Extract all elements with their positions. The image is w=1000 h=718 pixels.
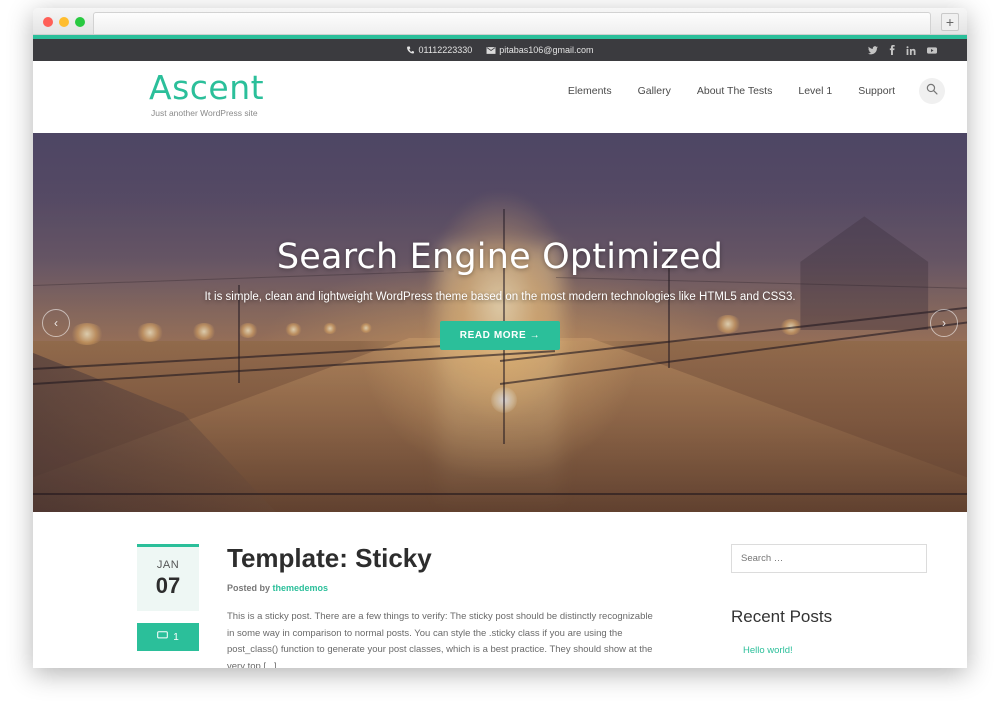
- envelope-icon: [486, 46, 496, 54]
- social-links: [868, 45, 937, 55]
- site-header: Ascent Just another WordPress site Eleme…: [33, 61, 967, 133]
- post-excerpt: This is a sticky post. There are a few t…: [227, 610, 653, 668]
- twitter-icon[interactable]: [868, 45, 878, 55]
- site-tagline: Just another WordPress site: [151, 108, 258, 118]
- phone-contact[interactable]: 01112223330: [407, 45, 473, 55]
- phone-number: 01112223330: [418, 45, 473, 55]
- close-window-button[interactable]: [43, 17, 53, 27]
- contact-info: 01112223330 pitabas106@gmail.com: [407, 45, 593, 55]
- hero-content: Search Engine Optimized It is simple, cl…: [33, 237, 967, 350]
- sidebar: Recent Posts Hello world! Markup: HTML T…: [731, 544, 927, 668]
- recent-posts-heading: Recent Posts: [731, 607, 833, 626]
- browser-tab[interactable]: [93, 12, 931, 34]
- primary-navigation: Elements Gallery About The Tests Level 1…: [568, 85, 895, 97]
- comment-count-button[interactable]: 1: [137, 623, 199, 651]
- post-list: JAN 07 1 Template: Sticky Posted by them…: [73, 543, 699, 668]
- utility-topbar: 01112223330 pitabas106@gmail.com: [33, 39, 967, 61]
- window-controls: [43, 17, 85, 27]
- post-date-badge: JAN 07 1: [137, 544, 199, 668]
- search-icon: [926, 82, 938, 100]
- hero-title: Search Engine Optimized: [276, 237, 724, 277]
- search-toggle-button[interactable]: [919, 78, 945, 104]
- comment-icon: [157, 631, 169, 643]
- browser-chrome-bar: +: [33, 8, 967, 35]
- email-contact[interactable]: pitabas106@gmail.com: [486, 45, 593, 55]
- date-box: JAN 07: [137, 544, 199, 611]
- post-meta: Posted by themedemos: [227, 583, 657, 593]
- content-area: JAN 07 1 Template: Sticky Posted by them…: [33, 512, 967, 668]
- date-month: JAN: [156, 559, 180, 571]
- site-branding[interactable]: Ascent Just another WordPress site: [149, 71, 264, 118]
- nav-item-level-1[interactable]: Level 1: [798, 85, 832, 97]
- nav-item-support[interactable]: Support: [858, 85, 895, 97]
- search-input[interactable]: [731, 544, 927, 573]
- recent-post-link-hello-world[interactable]: Hello world!: [743, 645, 793, 656]
- slider-prev-button[interactable]: ‹: [42, 308, 70, 337]
- youtube-icon[interactable]: [927, 46, 937, 55]
- facebook-icon[interactable]: [889, 45, 895, 55]
- list-item: Hello world!: [731, 640, 927, 658]
- phone-icon: [407, 46, 415, 54]
- nav-item-about-the-tests[interactable]: About The Tests: [697, 85, 773, 97]
- post-author-link[interactable]: themedemos: [273, 583, 329, 593]
- new-tab-button[interactable]: +: [941, 13, 959, 31]
- email-address: pitabas106@gmail.com: [499, 45, 594, 55]
- post-title[interactable]: Template: Sticky: [227, 543, 657, 574]
- recent-posts-list: Hello world! Markup: HTML Tags and Forma…: [731, 640, 927, 668]
- minimize-window-button[interactable]: [59, 17, 69, 27]
- comment-count: 1: [173, 631, 179, 643]
- post-meta-prefix: Posted by: [227, 582, 273, 593]
- browser-window: + 01112223330 pitabas106@gmail.com Ascen…: [33, 8, 967, 668]
- hero-subtitle: It is simple, clean and lightweight Word…: [204, 291, 796, 303]
- nav-item-gallery[interactable]: Gallery: [638, 85, 671, 97]
- date-day: 07: [155, 573, 181, 598]
- linkedin-icon[interactable]: [906, 45, 916, 55]
- hero-slider: Search Engine Optimized It is simple, cl…: [33, 133, 967, 512]
- page-viewport: 01112223330 pitabas106@gmail.com Ascent …: [33, 39, 967, 668]
- slider-next-button[interactable]: ›: [930, 308, 958, 337]
- hero-read-more-button[interactable]: READ MORE →: [439, 321, 561, 350]
- nav-item-elements[interactable]: Elements: [568, 85, 612, 97]
- post-article: Template: Sticky Posted by themedemos Th…: [227, 543, 657, 668]
- maximize-window-button[interactable]: [75, 17, 85, 27]
- site-logo-text: Ascent: [149, 68, 265, 107]
